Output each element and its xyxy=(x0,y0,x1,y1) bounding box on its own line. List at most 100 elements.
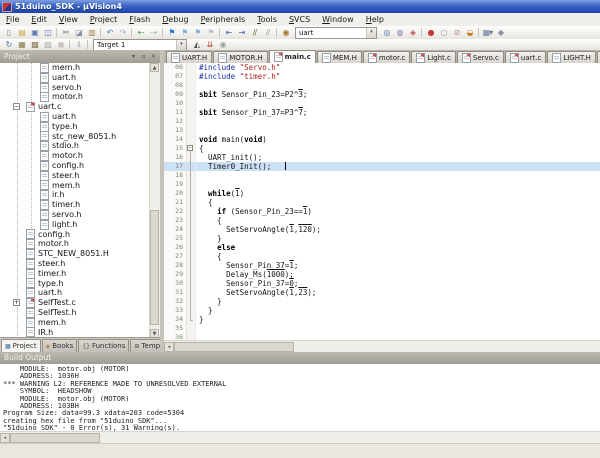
configure-tools-icon[interactable]: ◆ xyxy=(494,27,507,38)
fold-collapse-icon[interactable] xyxy=(187,144,196,153)
tree-item-motor-h[interactable]: motor.h xyxy=(0,151,150,161)
code-editor[interactable]: 06#include "Servo.h"07#include "timer.h"… xyxy=(164,63,600,341)
tree-item-config-h[interactable]: config.h xyxy=(0,161,150,171)
save-icon[interactable]: ▣ xyxy=(28,27,41,38)
menu-flash[interactable]: Flash xyxy=(123,14,156,26)
code-line-11[interactable]: 11sbit Sensor_Pin_37=P3^7; xyxy=(164,108,600,117)
target-combobox[interactable]: Target 1▾ xyxy=(93,39,187,51)
code-line-22[interactable]: 22 if (Sensor_Pin_23==1) xyxy=(164,207,600,216)
code-line-26[interactable]: 26 else xyxy=(164,243,600,252)
chevron-down-icon[interactable]: ▾ xyxy=(366,28,376,38)
menu-view[interactable]: View xyxy=(53,14,84,26)
menu-window[interactable]: Window xyxy=(316,14,360,26)
tab-uart-c[interactable]: uart.c xyxy=(505,51,546,63)
tree-item-motor-h[interactable]: motor.h xyxy=(0,239,150,249)
panel-float-icon[interactable]: ▫ xyxy=(139,52,148,61)
tree-item-motor-h[interactable]: motor.h xyxy=(0,92,150,102)
code-line-6[interactable]: 06#include "Servo.h" xyxy=(164,63,600,72)
debug-session-icon[interactable]: ◉ xyxy=(216,40,229,50)
tab-uart-h[interactable]: UART.H xyxy=(166,51,212,63)
stop-build-icon[interactable]: ◼ xyxy=(54,40,67,50)
code-line-17[interactable]: 17 Timer0_Init(); xyxy=(164,162,600,171)
open-folder-icon[interactable]: ▤ xyxy=(15,27,28,38)
code-line-16[interactable]: 16 UART_init(); xyxy=(164,153,600,162)
scroll-left-icon[interactable]: ◂ xyxy=(0,433,10,443)
tree-item-steer-h[interactable]: steer.h xyxy=(0,259,150,269)
menu-peripherals[interactable]: Peripherals xyxy=(195,14,252,26)
tree-item-config-h[interactable]: config.h xyxy=(0,230,150,240)
build-output-scrollbar[interactable]: ◂ xyxy=(0,431,600,443)
scroll-left-icon[interactable]: ◂ xyxy=(164,342,174,352)
tree-item-stdio-h[interactable]: stdio.h xyxy=(0,141,150,151)
code-line-13[interactable]: 13 xyxy=(164,126,600,135)
disable-breakpoint-icon[interactable]: ○ xyxy=(437,27,450,38)
code-line-27[interactable]: 27 { xyxy=(164,252,600,261)
tree-item-type-h[interactable]: type.h xyxy=(0,122,150,132)
tree-item-mem-h[interactable]: mem.h xyxy=(0,181,150,191)
indent-icon[interactable]: ⇥ xyxy=(235,27,248,38)
unindent-icon[interactable]: ⇤ xyxy=(222,27,235,38)
tree-item-uart-c[interactable]: −uart.c xyxy=(0,102,150,112)
copy-icon[interactable]: ◪ xyxy=(72,27,85,38)
code-line-10[interactable]: 10 xyxy=(164,99,600,108)
code-line-34[interactable]: 34} xyxy=(164,315,600,324)
tree-item-selftest-h[interactable]: SelfTest.h xyxy=(0,308,150,318)
find-in-files-icon[interactable]: ◉ xyxy=(279,27,292,38)
menu-svcs[interactable]: SVCS xyxy=(283,14,316,26)
tree-item-selftest-c[interactable]: +SelfTest.c xyxy=(0,298,150,308)
redo-icon[interactable]: ↷ xyxy=(116,27,129,38)
tree-item-mem-h[interactable]: mem.h xyxy=(0,63,150,73)
rebuild-all-icon[interactable]: ▩ xyxy=(28,40,41,50)
scrollbar-thumb[interactable] xyxy=(150,210,159,325)
chevron-down-icon[interactable]: ▾ xyxy=(176,40,186,50)
tree-item-stc-new-8051-h[interactable]: STC_NEW_8051.H xyxy=(0,249,150,259)
tab-motor-h[interactable]: MOTOR.H xyxy=(213,51,267,63)
expander-minus-icon[interactable]: − xyxy=(13,103,20,110)
find-combobox[interactable]: uart▾ xyxy=(295,27,377,39)
code-line-7[interactable]: 07#include "timer.h" xyxy=(164,72,600,81)
code-line-8[interactable]: 08 xyxy=(164,81,600,90)
save-all-icon[interactable]: ◫ xyxy=(41,27,54,38)
code-line-12[interactable]: 12 xyxy=(164,117,600,126)
panel-menu-icon[interactable]: ▾ xyxy=(129,52,138,61)
code-line-14[interactable]: 14void main(void) xyxy=(164,135,600,144)
code-line-19[interactable]: 19 xyxy=(164,180,600,189)
uncomment-icon[interactable]: // xyxy=(261,27,274,38)
tree-item-ir-h[interactable]: IR.h xyxy=(0,328,150,338)
navigate-back-icon[interactable]: ⇠ xyxy=(134,27,147,38)
code-line-32[interactable]: 32 } xyxy=(164,297,600,306)
tree-item-timer-h[interactable]: timer.h xyxy=(0,200,150,210)
disable-all-breakpoints-icon[interactable]: ◒ xyxy=(463,27,476,38)
panel-tab-books[interactable]: ◈Books xyxy=(42,339,78,352)
expander-plus-icon[interactable]: + xyxy=(13,299,20,306)
tree-item-uart-h[interactable]: uart.h xyxy=(0,288,150,298)
build-icon[interactable]: ▦ xyxy=(15,40,28,50)
navigate-forward-icon[interactable]: ⇢ xyxy=(147,27,160,38)
code-line-28[interactable]: 28 Sensor_Pin_37=1; xyxy=(164,261,600,270)
code-line-25[interactable]: 25 } xyxy=(164,234,600,243)
tab-light-c[interactable]: Light.c xyxy=(411,51,456,63)
tree-item-servo-h[interactable]: servo.h xyxy=(0,83,150,93)
code-line-23[interactable]: 23 { xyxy=(164,216,600,225)
code-line-24[interactable]: 24 SetServoAngle(1,120); xyxy=(164,225,600,234)
code-line-9[interactable]: 09sbit Sensor_Pin_23=P2^3; xyxy=(164,90,600,99)
undo-icon[interactable]: ↶ xyxy=(103,27,116,38)
find-next-icon[interactable]: ◈ xyxy=(406,27,419,38)
scrollbar-thumb[interactable] xyxy=(10,433,100,443)
new-file-icon[interactable]: ▯ xyxy=(2,27,15,38)
code-line-30[interactable]: 30 Sensor_Pin_37=0; xyxy=(164,279,600,288)
code-line-29[interactable]: 29 Delay_Ms(1000); xyxy=(164,270,600,279)
tree-scrollbar[interactable]: ▲ ▼ xyxy=(149,63,160,338)
download-icon[interactable]: ⇓ xyxy=(72,40,85,50)
menu-edit[interactable]: Edit xyxy=(25,14,53,26)
tab-main-c[interactable]: main.c xyxy=(269,50,316,63)
tab-servo-c[interactable]: Servo.c xyxy=(457,51,504,63)
code-line-21[interactable]: 21 { xyxy=(164,198,600,207)
next-bookmark-icon[interactable]: ⚑ xyxy=(191,27,204,38)
panel-tab-functions[interactable]: {}Functions xyxy=(78,339,129,352)
tree-item-mem-h[interactable]: mem.h xyxy=(0,318,150,328)
panel-close-icon[interactable]: × xyxy=(149,52,158,61)
tree-item-steer-h[interactable]: steer.h xyxy=(0,171,150,181)
menu-file[interactable]: File xyxy=(0,14,25,26)
tree-item-uart-h[interactable]: uart.h xyxy=(0,73,150,83)
